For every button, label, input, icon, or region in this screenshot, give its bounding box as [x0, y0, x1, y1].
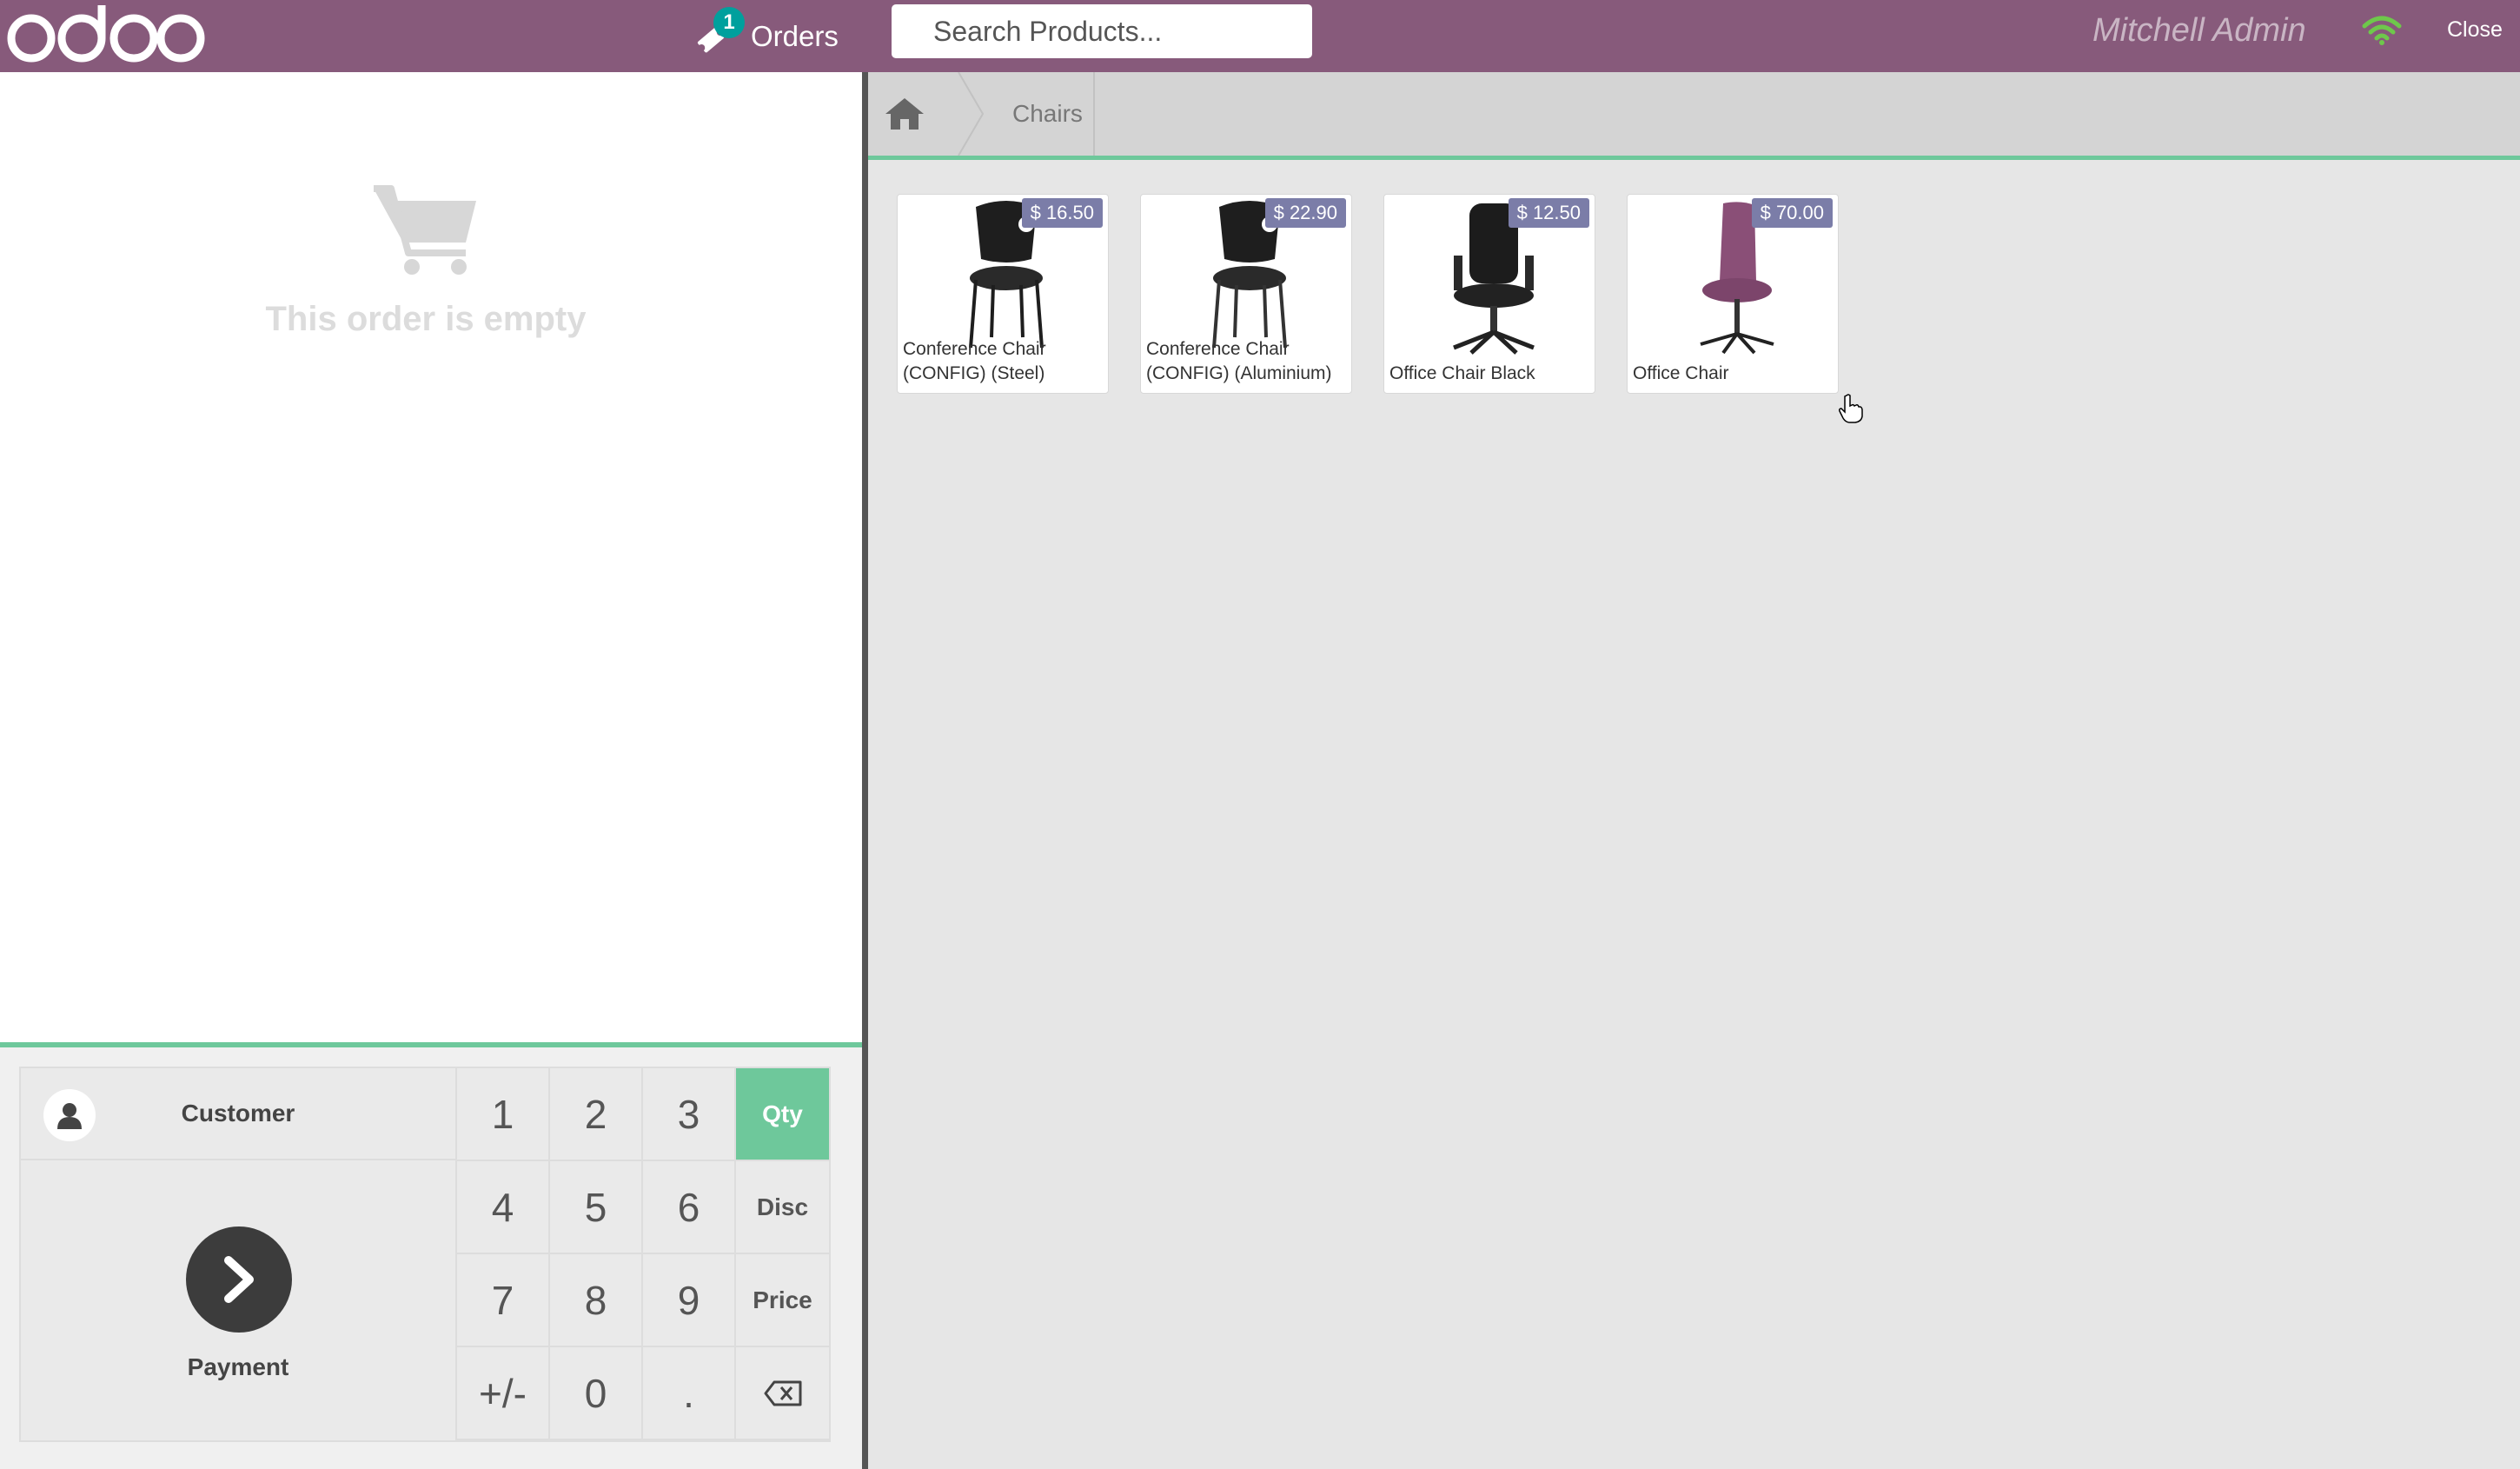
product-card[interactable]: $ 22.90 Conference Chair (CONFIG) (Alumi…	[1140, 194, 1352, 394]
backspace-icon[interactable]	[736, 1347, 829, 1440]
numpad-key-2[interactable]: 2	[550, 1068, 643, 1161]
numpad-key-dot[interactable]: .	[643, 1347, 736, 1440]
customer-button[interactable]: Customer	[21, 1068, 457, 1160]
payment-button[interactable]: Payment	[21, 1160, 457, 1440]
product-card[interactable]: $ 16.50 Conference Chair (CONFIG) (Steel…	[897, 194, 1109, 394]
orders-count-badge: 1	[713, 7, 745, 38]
cart-icon	[374, 185, 476, 275]
numpad-key-7[interactable]: 7	[457, 1254, 550, 1347]
user-name: Mitchell Admin	[2092, 12, 2306, 49]
numpad-key-1[interactable]: 1	[457, 1068, 550, 1161]
product-name: Office Chair	[1633, 363, 1729, 383]
orders-label: Orders	[751, 20, 839, 52]
odoo-logo	[7, 5, 205, 63]
home-icon	[885, 98, 924, 130]
search-input[interactable]	[932, 14, 1300, 49]
product-price: $ 16.50	[1021, 198, 1103, 228]
mode-price-button[interactable]: Price	[736, 1254, 829, 1347]
numpad: 1 2 3 Qty 4 5 6 Disc 7 8 9 Price +/- 0 .	[457, 1068, 829, 1440]
user-icon	[43, 1089, 96, 1141]
breadcrumb-separator	[1093, 72, 1095, 156]
product-name: Conference Chair (CONFIG) (Steel)	[903, 339, 1046, 383]
product-card[interactable]: $ 70.00 Office Chair	[1627, 194, 1839, 394]
product-price: $ 22.90	[1264, 198, 1346, 228]
pane-divider	[862, 72, 868, 1469]
empty-order-message: This order is empty	[265, 300, 587, 338]
numpad-key-sign[interactable]: +/-	[457, 1347, 550, 1440]
numpad-key-8[interactable]: 8	[550, 1254, 643, 1347]
close-button[interactable]: Close	[2447, 17, 2503, 43]
orders-button[interactable]: 1 Orders	[695, 7, 839, 63]
mode-qty-button[interactable]: Qty	[736, 1068, 829, 1161]
breadcrumb-chairs[interactable]: Chairs	[1012, 100, 1083, 128]
numpad-key-4[interactable]: 4	[457, 1161, 550, 1254]
product-price: $ 12.50	[1508, 198, 1589, 228]
order-pane: This order is empty Customer Payment 1 2	[0, 72, 862, 1469]
wifi-icon	[2362, 16, 2402, 45]
numpad-key-3[interactable]: 3	[643, 1068, 736, 1161]
breadcrumb-separator	[958, 72, 985, 156]
product-card[interactable]: $ 12.50 Office Chair Black	[1383, 194, 1595, 394]
top-header: 1 Orders Mitchell Admin Close	[0, 0, 2520, 72]
hand-cursor-icon	[1839, 394, 1863, 423]
product-name: Conference Chair (CONFIG) (Aluminium)	[1146, 339, 1332, 383]
products-pane: Chairs $ 16.50 Conference Chair (CONFIG)…	[868, 72, 2520, 1469]
search-box	[892, 4, 1312, 58]
payment-label: Payment	[187, 1353, 289, 1380]
mode-disc-button[interactable]: Disc	[736, 1161, 829, 1254]
numpad-key-0[interactable]: 0	[550, 1347, 643, 1440]
product-price: $ 70.00	[1751, 198, 1833, 228]
numpad-key-9[interactable]: 9	[643, 1254, 736, 1347]
breadcrumb-home[interactable]	[868, 72, 965, 156]
product-name: Office Chair Black	[1389, 363, 1535, 383]
numpad-key-6[interactable]: 6	[643, 1161, 736, 1254]
breadcrumb: Chairs	[868, 72, 2520, 160]
control-pad: Customer Payment 1 2 3 Qty 4 5 6 Disc 7 …	[19, 1067, 831, 1442]
chevron-right-icon	[186, 1226, 292, 1333]
order-container: This order is empty	[0, 72, 862, 1047]
numpad-key-5[interactable]: 5	[550, 1161, 643, 1254]
